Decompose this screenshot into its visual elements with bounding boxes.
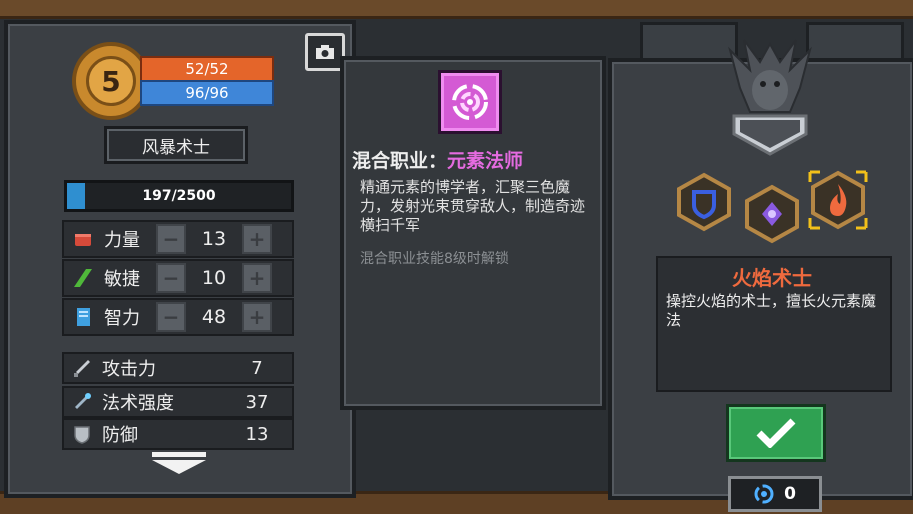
chevron-down-icon[interactable] [152,452,206,474]
currency-counter: 0 [728,476,822,512]
job-description: 操控火焰的术士，擅长火元素魔法 [666,292,877,329]
decrease-intellect-button[interactable]: − [156,302,186,332]
job-title: 火焰术士 [732,266,812,290]
attr-label: 法术强度 [102,393,174,414]
level-number: 5 [86,56,136,106]
mp-bar: 96/96 [140,80,274,106]
swirl-icon [754,484,774,504]
sword-icon [74,360,90,377]
hybrid-class-description: 精通元素的博学者，汇聚三色魔力，发射光束贯穿敌人，制造奇迹横扫千军 [360,178,586,234]
camera-icon [316,45,334,59]
stat-row-intellect: 智力 − 48 + [62,298,294,336]
gargoyle-statue-icon [728,39,812,156]
job-option-shield[interactable] [674,172,734,232]
class-name-label: 风暴术士 [104,126,248,164]
hp-bar: 52/52 [140,56,274,82]
book-icon [77,308,90,326]
currency-amount: 0 [784,484,796,504]
hybrid-unlock-note: 混合职业技能8级时解锁 [360,251,509,267]
job-option-arcane[interactable] [742,184,802,244]
attr-value: 37 [245,391,269,413]
hybrid-title-prefix: 混合职业： [352,150,448,172]
stat-label: 力量 [104,230,140,251]
decrease-strength-button[interactable]: − [156,224,186,254]
attr-row-attack: 攻击力 7 [62,352,294,384]
stat-value: 48 [201,306,227,328]
attr-value: 7 [251,357,263,379]
increase-intellect-button[interactable]: + [242,302,272,332]
stat-row-agility: 敏捷 − 10 + [62,259,294,297]
increase-agility-button[interactable]: + [242,263,272,293]
increase-strength-button[interactable]: + [242,224,272,254]
camera-button[interactable] [305,33,345,71]
attr-label: 攻击力 [102,359,156,380]
job-option-fire-selected[interactable] [808,170,868,230]
xp-text: 197/2500 [142,188,216,204]
stat-row-strength: 力量 − 13 + [62,220,294,258]
stat-value: 13 [201,228,227,250]
wand-icon [75,393,91,409]
decrease-agility-button[interactable]: − [156,263,186,293]
confirm-button[interactable] [726,404,826,462]
attr-row-spell-power: 法术强度 37 [62,386,294,418]
hybrid-class-icon [438,70,502,134]
boot-icon [74,269,92,287]
shield-icon [74,426,90,444]
attr-value: 13 [245,423,269,445]
top-wood-frame [0,0,913,19]
level-badge: 5 [72,42,150,120]
stat-label: 智力 [104,308,140,329]
xp-bar: 197/2500 [64,180,294,212]
stat-label: 敏捷 [104,269,140,290]
fist-icon [75,234,91,246]
hybrid-class-title: 混合职业：元素法师 [352,146,592,173]
stat-value: 10 [201,267,227,289]
attr-row-defense: 防御 13 [62,418,294,450]
checkmark-icon [756,418,796,448]
attr-label: 防御 [102,425,138,446]
vortex-icon [452,84,488,120]
hybrid-class-name: 元素法师 [447,150,524,172]
